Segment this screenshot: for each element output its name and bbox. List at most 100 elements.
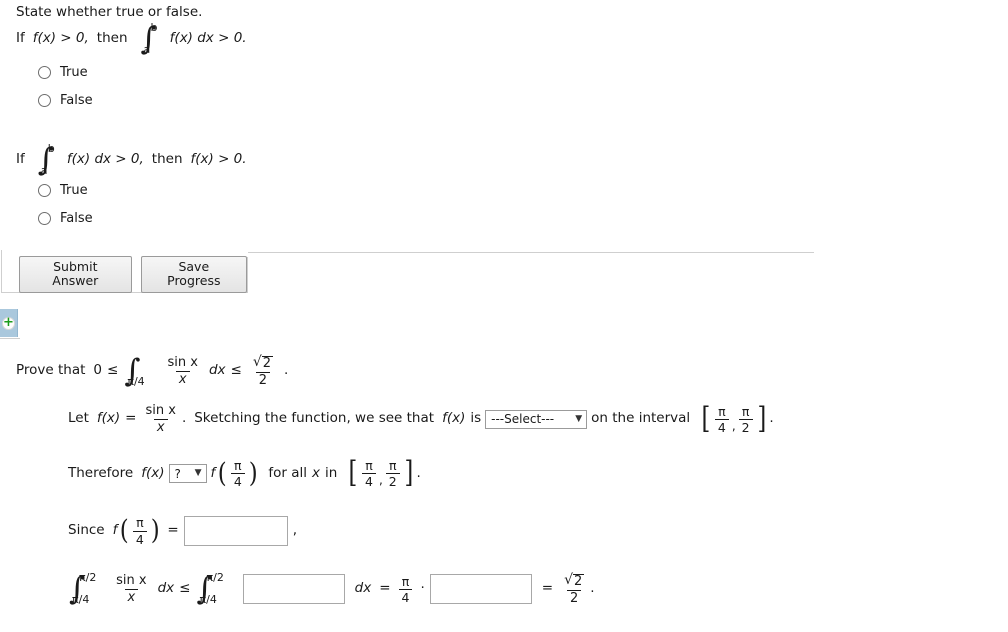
step4-coefficient-fraction: π 4 [398, 573, 413, 604]
question1-statement: If f(x) > 0, then b ∫ a f(x) dx > 0. [16, 22, 247, 55]
radio-icon[interactable] [38, 184, 51, 197]
equals-sign: = [125, 410, 137, 427]
interval-right-fraction: π 2 [738, 403, 753, 434]
fraction-numerator: π [741, 403, 750, 419]
integrand-2: f(x) dx > 0, [66, 151, 144, 168]
integral-symbol-1: b ∫ a [140, 22, 158, 55]
fraction-denominator: x [175, 370, 190, 387]
fraction-numerator: π [234, 458, 242, 473]
radical-numerator: √ 2 [561, 573, 587, 590]
step1-end-period: . [769, 410, 774, 427]
toolbar-divider [248, 252, 814, 253]
in-label: in [324, 464, 338, 481]
conclusion-2: f(x) > 0. [190, 151, 247, 168]
select-value: ---Select--- [491, 412, 555, 427]
step1-period: . [181, 410, 187, 427]
argument-fraction: π 4 [132, 515, 147, 546]
option-label: True [60, 65, 88, 80]
assignment-page: State whether true or false. If f(x) > 0… [0, 0, 1008, 632]
question1-prompt: State whether true or false. [16, 4, 202, 20]
let-label: Let [68, 410, 89, 427]
if-label-2: If [16, 151, 25, 168]
fraction-numerator: sin x [145, 403, 176, 418]
sqrt-icon: √ 2 [564, 572, 585, 589]
fraction-numerator: π [401, 573, 410, 589]
chevron-down-icon: ▼ [575, 413, 583, 424]
multiplication-dot: · [420, 580, 425, 597]
is-label: is [470, 410, 482, 427]
integral-lower-limit-2: a [40, 164, 48, 178]
option-label: False [60, 93, 93, 108]
submit-answer-button[interactable]: Submit Answer [19, 255, 132, 294]
fraction-numerator: sin x [167, 355, 198, 370]
question1-option-true[interactable]: True [38, 65, 88, 80]
plus-glyph: + [3, 315, 14, 330]
prove-statement: Prove that 0 ≤ ∫ π/4 sin x x dx ≤ √ 2 2 … [16, 355, 288, 387]
integral-upper-limit-1: b [150, 21, 158, 34]
bracket-right-icon: ] [757, 400, 766, 436]
integrand-bound-input[interactable] [242, 574, 345, 605]
radio-icon[interactable] [38, 94, 51, 107]
prove-label: Prove that [16, 362, 86, 379]
fraction-denominator: 4 [398, 588, 413, 604]
inequality-select[interactable]: ? ▼ [168, 464, 207, 484]
fraction-denominator: 4 [132, 530, 147, 546]
save-progress-button[interactable]: Save Progress [140, 255, 247, 294]
prove-step1: Let f(x) = sin x x . Sketching the funct… [68, 404, 774, 434]
equals-sign: = [167, 522, 179, 539]
prove-integral-lower: π/4 [127, 375, 145, 389]
question2-option-true[interactable]: True [38, 183, 88, 198]
prove-step4: π/2 ∫ π/4 sin x x dx ≤ π/2 ∫ π/4 dx = π … [68, 571, 595, 607]
fraction-denominator: 2 [567, 589, 582, 606]
equals-sign-2: = [541, 580, 554, 597]
therefore-label: Therefore [68, 464, 134, 481]
then-label-2: then [151, 151, 183, 168]
radio-icon[interactable] [38, 66, 51, 79]
step4-integrand-fraction: sin x x [113, 574, 149, 604]
prove-bound-fraction: √ 2 2 [250, 355, 276, 387]
f-label: f [210, 464, 216, 481]
option-label: True [60, 183, 88, 198]
question1-option-false[interactable]: False [38, 93, 93, 108]
step3-comma: , [292, 522, 298, 539]
fx-label-2: f(x) [442, 410, 466, 427]
integral-lower-limit: π/4 [72, 593, 90, 607]
paren-left-icon: ( [218, 457, 228, 489]
integral-upper-limit-2: b [47, 142, 55, 155]
integral-symbol-2: b ∫ a [37, 143, 55, 176]
interval-comma: , [731, 418, 736, 433]
product-value-input[interactable] [429, 574, 532, 605]
expand-widget-underline [0, 338, 20, 339]
prove-integrand-fraction: sin x x [164, 356, 200, 386]
paren-right-icon: ) [150, 515, 160, 547]
fraction-denominator: x [124, 588, 139, 605]
dx-label-2: dx [354, 580, 372, 597]
prove-step2: Therefore f(x) ? ▼ f ( π 4 ) for all x i… [68, 455, 421, 491]
step1-fraction: sin x x [142, 404, 178, 434]
since-label: Since [68, 522, 105, 539]
expand-section-button[interactable]: + [0, 309, 18, 337]
step1-interval: [ π 4 , π 2 ] [700, 400, 767, 436]
f-pi-over-4-input[interactable] [183, 516, 288, 546]
bracket-left-icon: [ [348, 455, 358, 491]
prove-lower-bound: 0 [93, 362, 103, 379]
question2-option-false[interactable]: False [38, 211, 93, 226]
fraction-denominator: 2 [738, 418, 753, 434]
condition-1: f(x) > 0, [32, 30, 89, 47]
fraction-denominator: 4 [230, 473, 245, 488]
interval-comma: , [378, 473, 383, 488]
prove-relation-1: ≤ [107, 362, 119, 379]
step2-argument: ( π 4 ) [217, 459, 258, 488]
fraction-numerator: π [136, 515, 144, 531]
fraction-denominator: 4 [714, 418, 729, 434]
forall-text: for all [268, 464, 307, 481]
radio-icon[interactable] [38, 212, 51, 225]
step4-relation: ≤ [179, 580, 191, 597]
step4-integral-1: π/2 ∫ π/4 [68, 572, 96, 605]
integral-lower-limit-1: a [143, 43, 151, 57]
equals-sign-1: = [379, 580, 391, 597]
interval-left-fraction: π 4 [362, 459, 376, 488]
concavity-select[interactable]: ---Select--- ▼ [485, 409, 588, 429]
integral-upper-limit: π/2 [206, 571, 224, 585]
integral-lower-limit: π/4 [199, 593, 217, 607]
